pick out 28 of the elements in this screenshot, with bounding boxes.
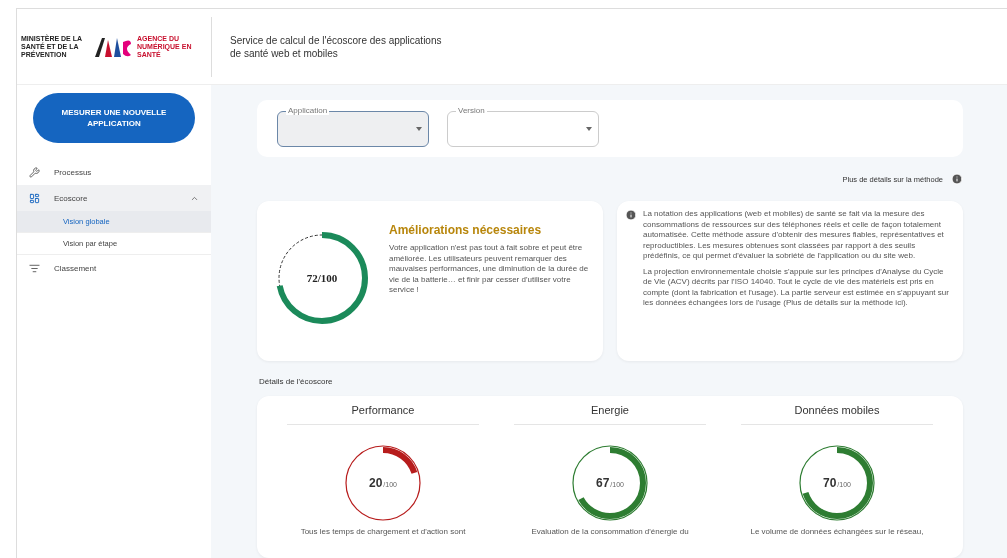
- metric-score: 67: [596, 476, 610, 490]
- metric-title: Energie: [514, 404, 706, 425]
- dropdown-arrow-icon: [586, 126, 592, 131]
- verdict-text: Votre application n'est pas tout à fait sobre et peut être améliorée. Les utilisateurs peuvent remarquer des mauvaises performances, une diminution de la durée de vie de la batterie… et finir par cesser d'utiliser votre service !: [389, 243, 590, 296]
- metric-score: 70: [823, 476, 837, 490]
- score-value: 72/100: [305, 271, 339, 286]
- info-icon: [625, 209, 637, 221]
- dropdown-arrow-icon: [416, 126, 422, 131]
- metric-description: Tous les temps de chargement et d'action sont: [300, 527, 466, 536]
- sidebar-item[interactable]: Processus: [17, 159, 211, 185]
- metric-title: Performance: [287, 404, 479, 425]
- metric-description: Le volume de données échangées sur le réseau,: [750, 527, 924, 536]
- verdict-title: Améliorations nécessaires: [389, 223, 543, 237]
- filter-list-icon: [29, 262, 40, 274]
- method-paragraph: La projection environnementale choisie s'appuie sur les principes d'Analyse du Cycle de Vie (ACV) décrits par l'ISO 14040. Tout le cycle de vie des matériels est pris en compte (dont la fabrication et l'usage). La partie serveur est estimée en s'appuyant sur les données échangées lors de l'usage (Plus de détails sur la méthode ici).: [643, 266, 950, 309]
- logo-drawing: [93, 35, 133, 58]
- metric-description: Evaluation de la consommation d'énergie du: [531, 527, 689, 536]
- method-paragraph: La notation des applications (web et mobiles) de santé se fait via la mesure des consommations de ressources sur des téléphones réels et celle de façon totalement automatisée. Cette méthode assure d'obtenir des mesures fiables, représentatives et reproductibles. Les mesures obtenues sont classées par rapport à des seuils prédéfinis, ce qui permet d'évaluer la sobriété de l'application ou du site web.: [643, 209, 945, 262]
- metric-title: Données mobiles: [741, 404, 933, 425]
- wrench-icon: [29, 166, 40, 178]
- app-title: Service de calcul de l'écoscore des applications de santé web et mobiles: [211, 16, 451, 77]
- section-title: Détails de l'écoscore: [258, 376, 334, 388]
- info-icon[interactable]: [951, 173, 963, 185]
- metric-score: 20: [369, 476, 383, 490]
- sidebar-item[interactable]: Classement: [17, 255, 211, 281]
- dashboard-icon: [29, 192, 40, 204]
- sidebar-item[interactable]: Ecoscore: [17, 185, 211, 211]
- new-measure-button[interactable]: MESURER UNE NOUVELLE APPLICATION: [33, 93, 195, 143]
